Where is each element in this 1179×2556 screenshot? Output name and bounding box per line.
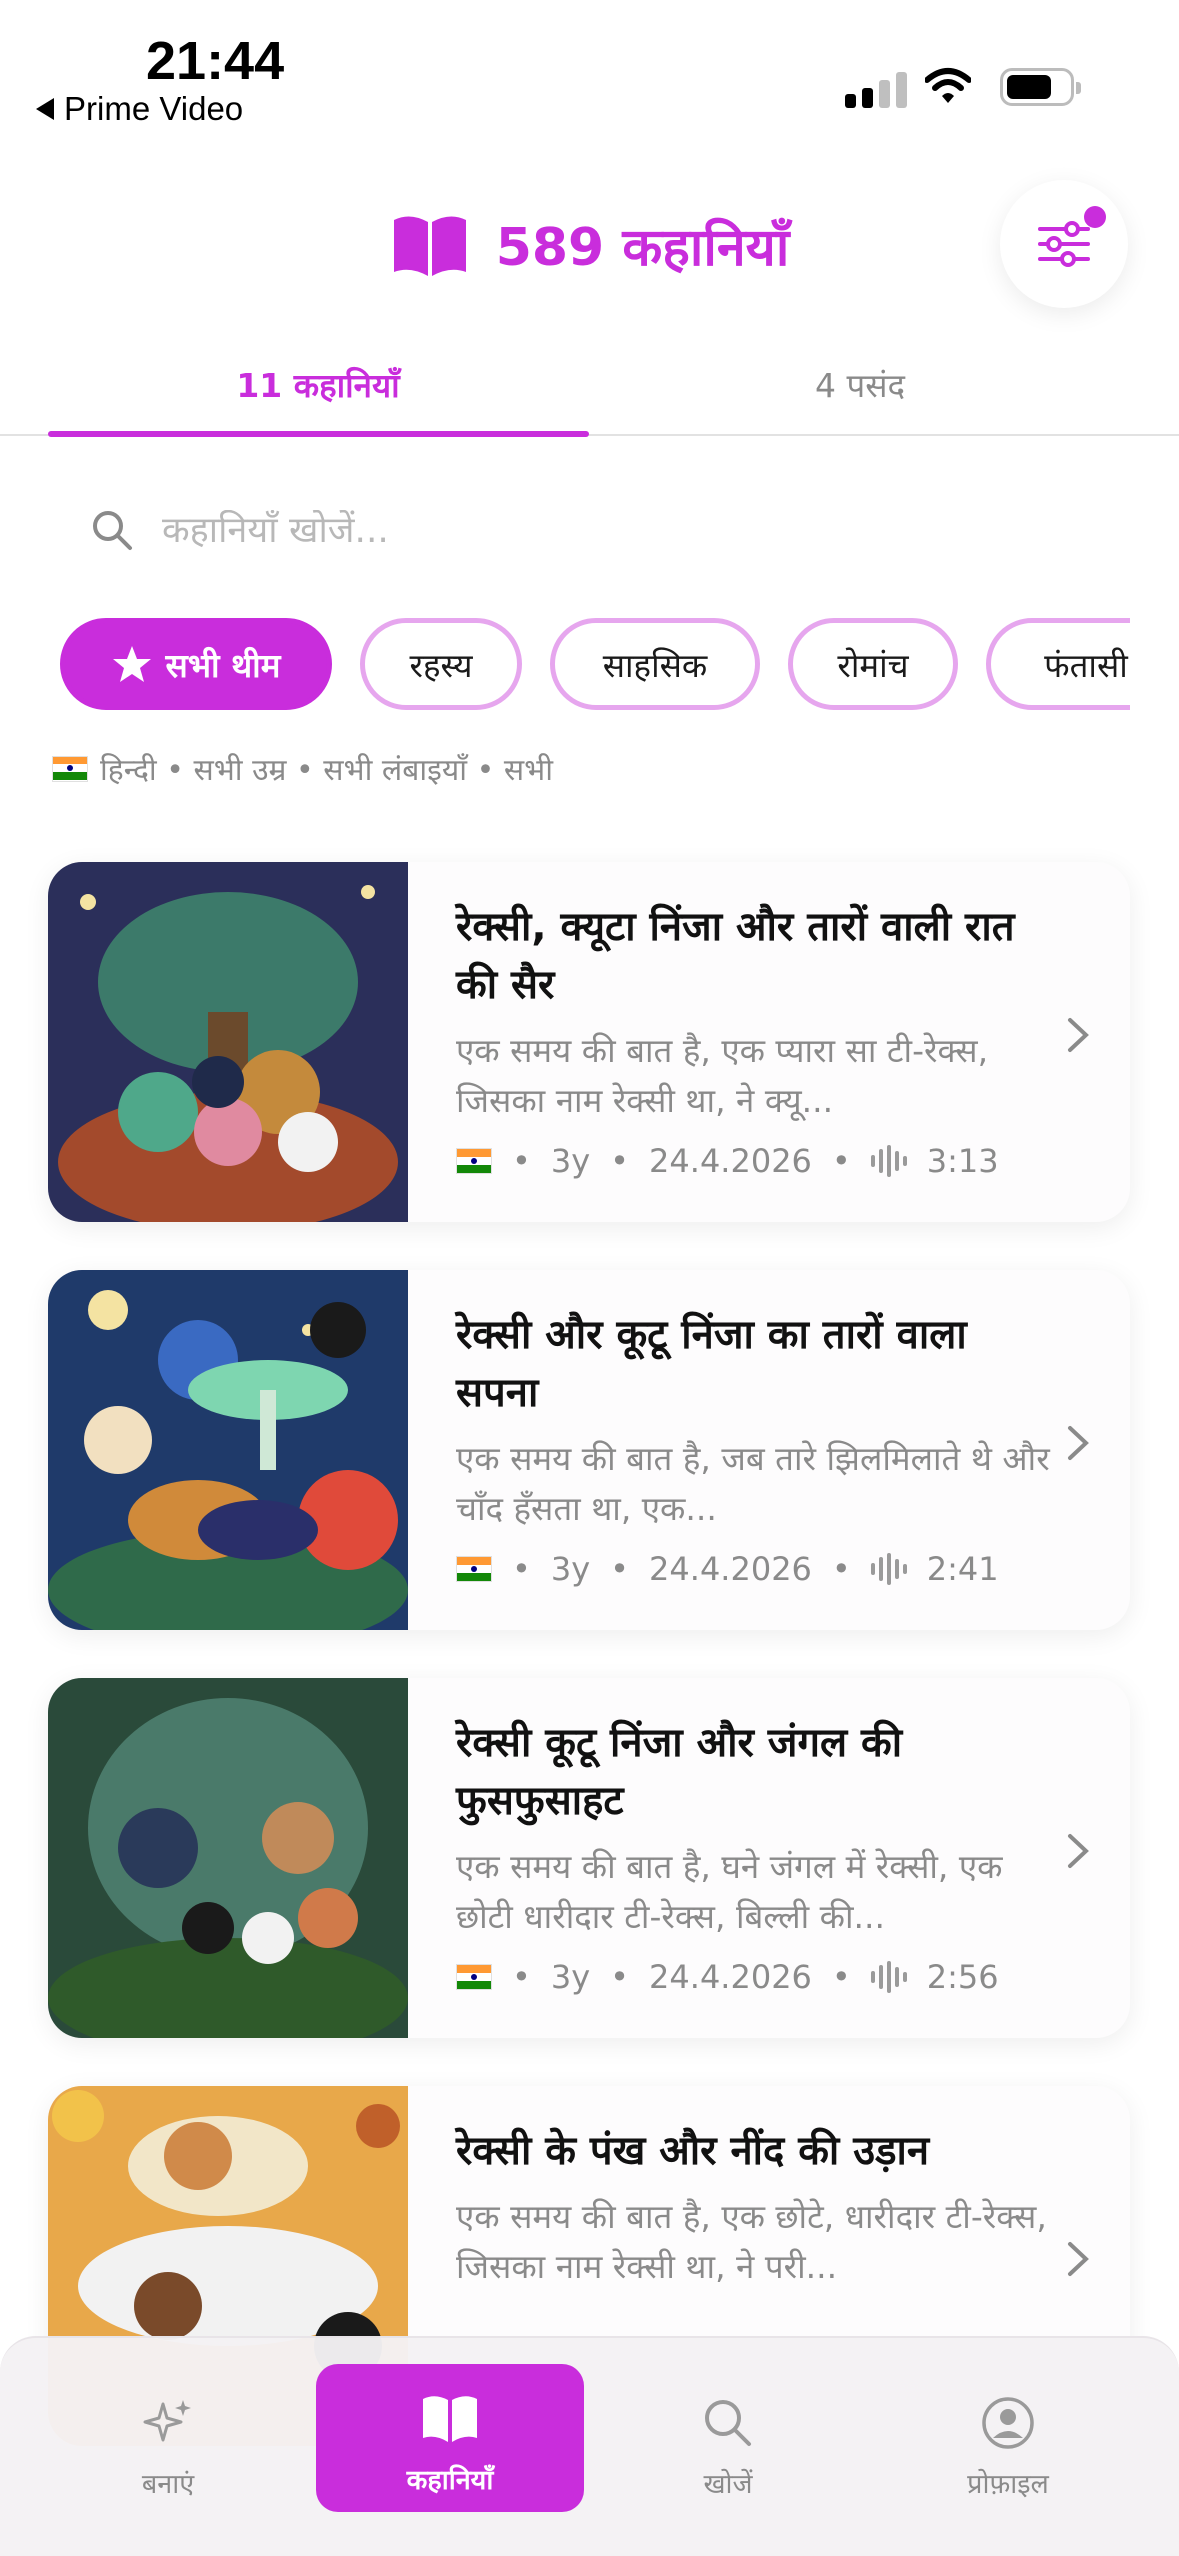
chip-mystery[interactable]: रहस्य — [360, 618, 522, 710]
story-card[interactable]: रेक्सी कूटू निंजा और जंगल की फुसफुसाहट ए… — [48, 1678, 1130, 2038]
story-body: रेक्सी के पंख और नींद की उड़ान एक समय की… — [456, 2122, 1056, 2292]
story-body: रेक्सी, क्यूटा निंजा और तारों वाली रात क… — [456, 898, 1056, 1126]
story-card[interactable]: रेक्सी और कूटू निंजा का तारों वाला सपना … — [48, 1270, 1130, 1630]
story-excerpt: एक समय की बात है, एक छोटे, धारीदार टी-रे… — [456, 2197, 1047, 2286]
sliders-icon — [1038, 221, 1090, 267]
story-age: 3y — [550, 1958, 591, 1996]
meta-separator: • — [831, 1550, 851, 1588]
story-meta: • 3y • 24.4.2026 • 3:13 — [456, 1142, 999, 1180]
story-excerpt: एक समय की बात है, एक प्यारा सा टी-रेक्स,… — [456, 1031, 989, 1120]
india-flag-icon — [456, 1556, 492, 1582]
story-title: रेक्सी कूटू निंजा और जंगल की फुसफुसाहट — [456, 1720, 903, 1824]
story-duration: 3:13 — [926, 1142, 999, 1180]
story-excerpt: एक समय की बात है, घने जंगल में रेक्सी, ए… — [456, 1847, 1003, 1936]
meta-separator: • — [512, 1142, 531, 1180]
chip-fantasy[interactable]: फंतासी — [986, 618, 1130, 710]
india-flag-icon — [456, 1964, 492, 1990]
search-icon — [93, 511, 132, 550]
nav-label: खोजें — [703, 2469, 753, 2500]
filter-active-dot — [1084, 206, 1106, 228]
book-icon — [423, 2396, 477, 2442]
wifi-icon — [925, 68, 971, 103]
story-meta: • 3y • 24.4.2026 • 2:56 — [456, 1958, 999, 1996]
nav-search[interactable]: खोजें — [628, 2388, 828, 2501]
back-to-app-link[interactable]: Prime Video — [36, 90, 243, 128]
story-thumbnail — [48, 1678, 408, 2038]
story-meta: • 3y • 24.4.2026 • 2:41 — [456, 1550, 999, 1588]
filter-button[interactable] — [1000, 180, 1128, 308]
back-triangle-icon — [36, 98, 54, 120]
story-age: 3y — [550, 1142, 591, 1180]
story-title: रेक्सी, क्यूटा निंजा और तारों वाली रात क… — [456, 904, 1015, 1008]
meta-separator: • — [610, 1142, 630, 1180]
back-app-label: Prime Video — [64, 90, 244, 127]
sparkle-icon — [143, 2400, 191, 2442]
tab-active-indicator — [48, 431, 589, 437]
story-duration: 2:41 — [926, 1550, 999, 1588]
cellular-signal-icon — [845, 72, 907, 108]
chevron-right-icon — [1068, 1018, 1089, 1052]
nav-stories[interactable]: कहानियाँ — [316, 2364, 584, 2512]
meta-separator: • — [610, 1550, 630, 1588]
story-title: रेक्सी और कूटू निंजा का तारों वाला सपना — [456, 1312, 967, 1416]
nav-label: प्रोफ़ाइल — [967, 2469, 1049, 2500]
audio-wave-icon — [870, 1961, 907, 1993]
chevron-right-icon — [1068, 2242, 1089, 2276]
battery-icon — [1000, 68, 1081, 106]
status-time: 21:44 — [146, 31, 285, 91]
chevron-right-icon — [1068, 1834, 1089, 1868]
nav-profile[interactable]: प्रोफ़ाइल — [908, 2388, 1108, 2501]
story-duration: 2:56 — [926, 1958, 999, 1996]
theme-chips: सभी थीम रहस्य साहसिक रोमांच फंतासी — [60, 618, 1130, 714]
chevron-right-icon — [1068, 1426, 1089, 1460]
tab-stories[interactable]: 11 कहानियाँ — [48, 362, 588, 407]
chip-label: सभी थीम — [165, 645, 281, 685]
story-thumbnail — [48, 862, 408, 1222]
profile-icon — [982, 2397, 1034, 2449]
audio-wave-icon — [870, 1553, 907, 1585]
tab-bar: 11 कहानियाँ 4 पसंद — [0, 340, 1179, 437]
story-date: 24.4.2026 — [649, 1142, 812, 1180]
india-flag-icon — [52, 755, 88, 782]
meta-separator: • — [512, 1958, 531, 1996]
tab-favorites[interactable]: 4 पसंद — [590, 362, 1130, 407]
meta-separator: • — [831, 1142, 851, 1180]
story-excerpt: एक समय की बात है, जब तारे झिलमिलाते थे औ… — [456, 1439, 1050, 1528]
chip-adventure[interactable]: साहसिक — [550, 618, 760, 710]
chip-all-themes[interactable]: सभी थीम — [60, 618, 332, 710]
story-body: रेक्सी कूटू निंजा और जंगल की फुसफुसाहट ए… — [456, 1714, 1056, 1942]
story-thumbnail — [48, 1270, 408, 1630]
story-age: 3y — [550, 1550, 591, 1588]
story-date: 24.4.2026 — [649, 1550, 812, 1588]
search-bar[interactable] — [60, 490, 1120, 570]
meta-separator: • — [512, 1550, 531, 1588]
bottom-navigation: बनाएं कहानियाँ खोजें प्रोफ़ाइल — [0, 2336, 1179, 2556]
nav-label: बनाएं — [141, 2469, 195, 2500]
nav-label: कहानियाँ — [406, 2465, 494, 2496]
stories-count-title: 589 कहानियाँ — [495, 218, 790, 278]
search-icon — [705, 2400, 751, 2446]
search-input[interactable] — [162, 509, 1062, 551]
filter-summary-text: हिन्दी • सभी उम्र • सभी लंबाइयाँ • सभी — [100, 753, 553, 788]
book-icon — [393, 215, 466, 276]
star-icon — [112, 646, 151, 682]
story-date: 24.4.2026 — [649, 1958, 812, 1996]
audio-wave-icon — [870, 1145, 907, 1177]
story-card[interactable]: रेक्सी, क्यूटा निंजा और तारों वाली रात क… — [48, 862, 1130, 1222]
meta-separator: • — [831, 1958, 851, 1996]
story-body: रेक्सी और कूटू निंजा का तारों वाला सपना … — [456, 1306, 1056, 1534]
status-bar: 21:44 Prime Video — [0, 0, 1179, 150]
india-flag-icon — [456, 1148, 492, 1174]
meta-separator: • — [610, 1958, 630, 1996]
chip-thrill[interactable]: रोमांच — [788, 618, 958, 710]
nav-create[interactable]: बनाएं — [68, 2388, 268, 2501]
filter-summary: हिन्दी • सभी उम्र • सभी लंबाइयाँ • सभी — [52, 748, 553, 789]
story-title: रेक्सी के पंख और नींद की उड़ान — [456, 2128, 930, 2174]
